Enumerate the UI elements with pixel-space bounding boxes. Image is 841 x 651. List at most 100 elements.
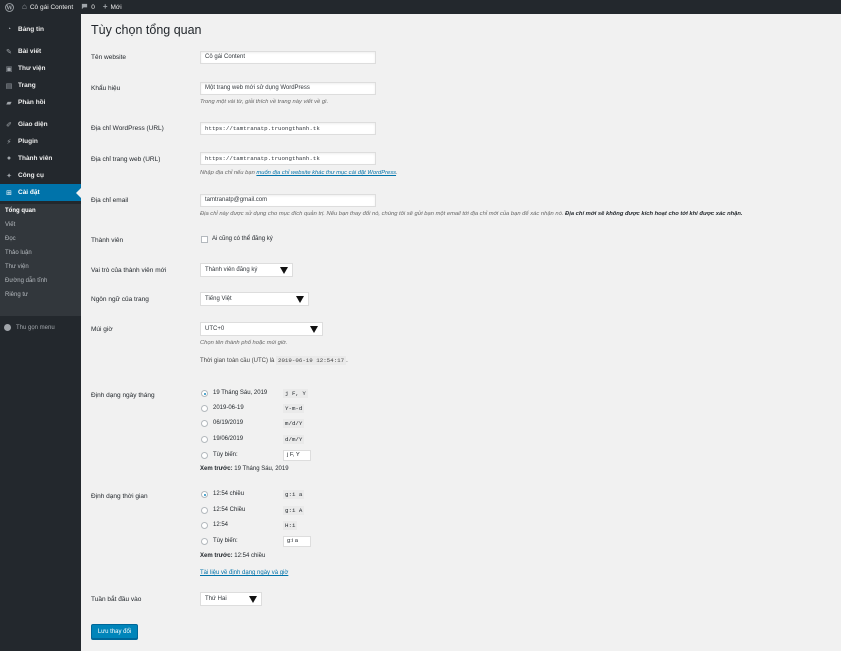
sidebar-item-posts[interactable]: ✎ Bài viết xyxy=(0,43,81,60)
time-format-radio-3[interactable] xyxy=(201,522,208,529)
brush-icon: ✐ xyxy=(6,121,12,129)
date-format-custom-label[interactable]: Tùy biến: xyxy=(213,452,238,458)
chevron-down-icon xyxy=(249,596,257,603)
time-format-option-1[interactable]: 12:54 chiều xyxy=(213,491,244,497)
date-format-option-2[interactable]: 2019-06-19 xyxy=(213,405,244,411)
timezone-label: Múi giờ xyxy=(91,326,113,333)
date-format-radio-2[interactable] xyxy=(201,405,208,412)
home-icon: ⌂ xyxy=(22,2,27,11)
time-format-radio-custom[interactable] xyxy=(201,538,208,545)
sidebar-item-comments[interactable]: ▰ Phản hồi xyxy=(0,94,81,111)
time-format-option-3[interactable]: 12:54 xyxy=(213,522,228,528)
week-start-label: Tuần bắt đầu vào xyxy=(91,596,142,603)
plus-icon: + xyxy=(102,2,108,11)
submenu-discussion[interactable]: Thảo luận xyxy=(5,250,32,256)
time-format-code-2: g:i A xyxy=(283,506,305,515)
sidebar-item-users[interactable]: ● Thành viên xyxy=(0,150,81,167)
email-input[interactable]: tamtranatp@gmail.com xyxy=(200,194,376,207)
new-label: Mới xyxy=(110,3,122,11)
time-format-custom-label[interactable]: Tùy biến: xyxy=(213,538,238,544)
sidebar-item-pages[interactable]: ▤ Trang xyxy=(0,77,81,94)
settings-icon: ⊞ xyxy=(6,189,12,197)
time-format-preview: Xem trước: 12:54 chiều xyxy=(200,553,266,559)
submenu-media[interactable]: Thư viện xyxy=(5,264,29,270)
time-format-radio-1[interactable] xyxy=(201,491,208,498)
tagline-input[interactable]: Một trang web mới sử dụng WordPress xyxy=(200,82,376,95)
week-start-select[interactable]: Thứ Hai xyxy=(200,592,262,606)
plugin-icon: ⚡ xyxy=(6,138,12,146)
date-format-option-3[interactable]: 06/19/2019 xyxy=(213,420,243,426)
membership-label: Thành viên xyxy=(91,237,124,244)
sidebar-item-dashboard[interactable]: ◔ Bảng tin xyxy=(0,21,81,38)
save-changes-button[interactable]: Lưu thay đổi xyxy=(91,624,138,639)
sidebar-item-media[interactable]: ▣ Thư viện xyxy=(0,60,81,77)
date-format-code-3: m/d/Y xyxy=(283,419,305,428)
time-format-custom-input[interactable]: g:i a xyxy=(283,536,311,547)
settings-submenu: Tổng quan Viết Đọc Thảo luận Thư viện Đư… xyxy=(0,204,81,316)
site-name-link[interactable]: ⌂ Cô gái Content xyxy=(18,0,77,14)
date-format-custom-input[interactable]: j F, Y xyxy=(283,450,311,461)
site-url-help-link[interactable]: muốn địa chỉ website khác thư mục cài đặ… xyxy=(256,170,396,176)
date-format-radio-3[interactable] xyxy=(201,420,208,427)
comments-link[interactable]: 0 xyxy=(77,0,99,14)
site-url-label: Địa chỉ trang web (URL) xyxy=(91,156,161,163)
wordpress-logo-icon[interactable]: W xyxy=(0,0,18,14)
membership-checkbox-label[interactable]: Ai cũng có thể đăng ký xyxy=(212,236,273,242)
time-format-code-1: g:i a xyxy=(283,490,305,499)
time-format-option-2[interactable]: 12:54 Chiều xyxy=(213,507,245,513)
sidebar-item-settings[interactable]: ⊞ Cài đặt xyxy=(0,184,81,201)
comments-count: 0 xyxy=(91,3,95,11)
comment-bubble-icon xyxy=(81,3,88,12)
utc-time: Thời gian toàn cầu (UTC) là 2019-06-19 1… xyxy=(200,356,348,365)
time-format-label: Định dạng thời gian xyxy=(91,493,148,500)
date-format-label: Định dạng ngày tháng xyxy=(91,392,155,399)
pin-icon: ✎ xyxy=(6,48,12,56)
admin-sidebar: ◔ Bảng tin ✎ Bài viết ▣ Thư viện ▤ Trang ▰ Ph… xyxy=(0,14,81,651)
tagline-label: Khẩu hiệu xyxy=(91,85,121,92)
sidebar-item-tools[interactable]: ✦ Công cụ xyxy=(0,167,81,184)
submenu-reading[interactable]: Đọc xyxy=(5,236,16,242)
sidebar-item-appearance[interactable]: ✐ Giao diện xyxy=(0,116,81,133)
submenu-general[interactable]: Tổng quan xyxy=(5,208,36,214)
submenu-privacy[interactable]: Riêng tư xyxy=(5,292,28,298)
submenu-permalinks[interactable]: Đường dẫn tĩnh xyxy=(5,278,47,284)
date-format-radio-1[interactable] xyxy=(201,390,208,397)
tagline-description: Trong một vài từ, giải thích về trang nà… xyxy=(200,99,329,105)
date-format-option-1[interactable]: 19 Tháng Sáu, 2019 xyxy=(213,390,267,396)
sidebar-item-plugins[interactable]: ⚡ Plugin xyxy=(0,133,81,150)
timezone-select[interactable]: UTC+0 xyxy=(200,322,323,336)
new-content-link[interactable]: + Mới xyxy=(99,0,126,14)
language-label: Ngôn ngữ của trang xyxy=(91,296,149,303)
page-title: Tùy chọn tổng quan xyxy=(91,23,202,37)
site-url-input[interactable]: https://tamtranatp.truongthanh.tk xyxy=(200,152,376,165)
chevron-down-icon xyxy=(296,296,304,303)
dashboard-icon: ◔ xyxy=(6,26,12,33)
language-select[interactable]: Tiếng Việt xyxy=(200,292,309,306)
site-name-label: Cô gái Content xyxy=(29,3,74,11)
date-format-preview: Xem trước: 19 Tháng Sáu, 2019 xyxy=(200,466,289,472)
site-url-description: Nhập địa chỉ nếu bạn muốn địa chỉ websit… xyxy=(200,170,398,176)
site-title-input[interactable]: Cô gái Content xyxy=(200,51,376,64)
submenu-writing[interactable]: Viết xyxy=(5,222,15,228)
media-icon: ▣ xyxy=(5,65,13,73)
collapse-icon xyxy=(4,324,11,331)
comment-icon: ▰ xyxy=(6,99,12,107)
default-role-select[interactable]: Thành viên đăng ký xyxy=(200,263,293,277)
date-time-docs-link[interactable]: Tài liệu về định dạng ngày và giờ xyxy=(200,570,288,576)
date-format-option-4[interactable]: 19/06/2019 xyxy=(213,436,243,442)
membership-checkbox[interactable] xyxy=(201,236,208,243)
admin-bar: W ⌂ Cô gái Content 0 + Mới xyxy=(0,0,841,14)
page-icon: ▤ xyxy=(5,82,13,90)
chevron-down-icon xyxy=(280,267,288,274)
date-format-radio-4[interactable] xyxy=(201,436,208,443)
collapse-menu-button[interactable]: Thu gọn menu xyxy=(4,324,55,331)
date-format-code-4: d/m/Y xyxy=(283,435,305,444)
svg-text:W: W xyxy=(5,5,13,11)
time-format-radio-2[interactable] xyxy=(201,507,208,514)
chevron-down-icon xyxy=(310,326,318,333)
email-label: Địa chỉ email xyxy=(91,197,129,204)
default-role-label: Vai trò của thành viên mới xyxy=(91,267,167,274)
date-format-radio-custom[interactable] xyxy=(201,452,208,459)
timezone-description: Chọn tên thành phố hoặc múi giờ. xyxy=(200,340,288,346)
wp-url-input[interactable]: https://tamtranatp.truongthanh.tk xyxy=(200,122,376,135)
